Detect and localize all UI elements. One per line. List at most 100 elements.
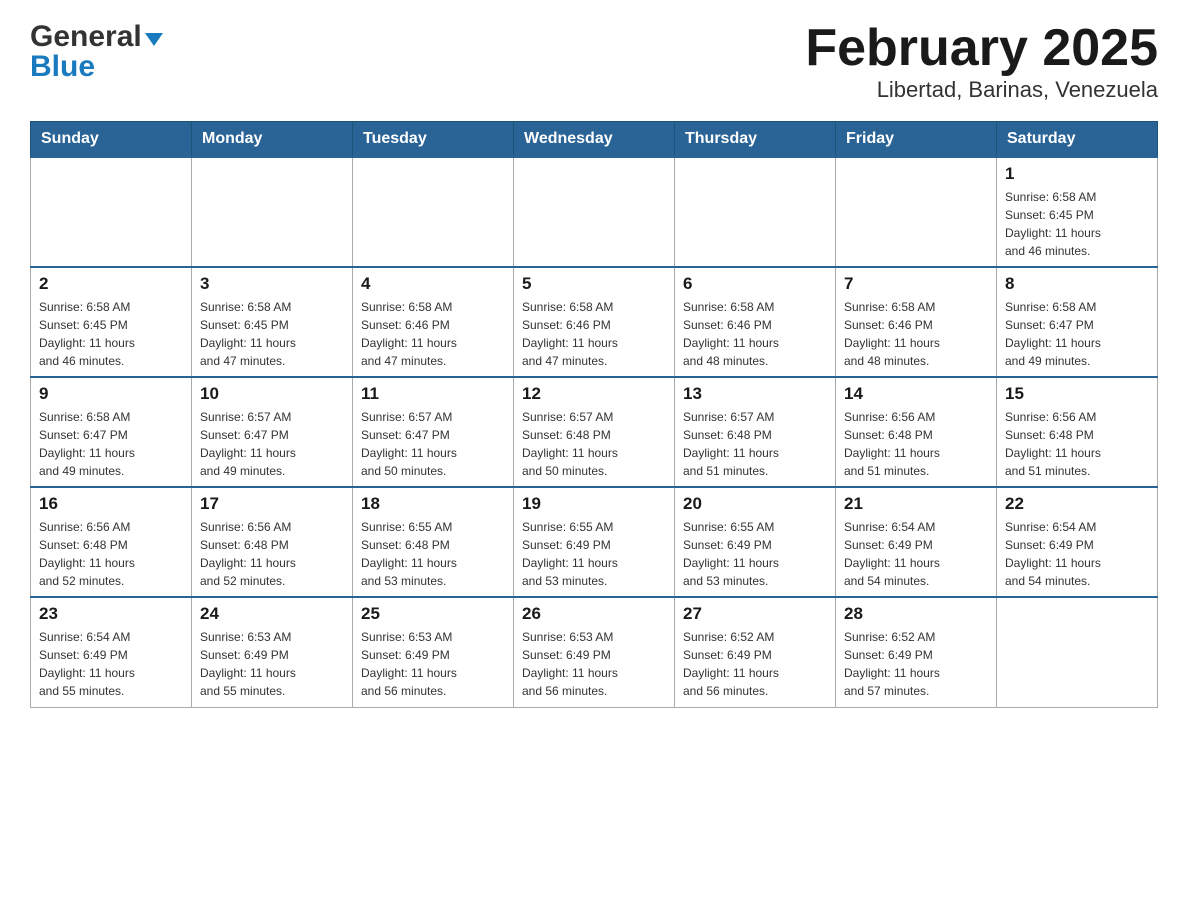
page-header: General Blue February 2025 Libertad, Bar… <box>30 20 1158 103</box>
week-row-2: 2 Sunrise: 6:58 AM Sunset: 6:45 PM Daylig… <box>31 267 1158 377</box>
calendar-cell-w1-d3 <box>514 157 675 267</box>
calendar-table: Sunday Monday Tuesday Wednesday Thursday… <box>30 121 1158 708</box>
calendar-cell-w5-d4: 27 Sunrise: 6:52 AM Sunset: 6:49 PM Dayli… <box>675 597 836 707</box>
calendar-cell-w3-d1: 10Sunrise: 6:57 AM Sunset: 6:47 PM Dayli… <box>192 377 353 487</box>
header-friday: Friday <box>836 122 997 158</box>
calendar-cell-w3-d3: 12 Sunrise: 6:57 AM Sunset: 6:48 PM Dayli… <box>514 377 675 487</box>
day-info: Sunrise: 6:55 AM Sunset: 6:49 PM Dayligh… <box>522 518 666 590</box>
calendar-cell-w5-d0: 23 Sunrise: 6:54 AM Sunset: 6:49 PM Dayli… <box>31 597 192 707</box>
day-number: 25 <box>361 604 505 624</box>
calendar-cell-w1-d6: 1Sunrise: 6:58 AM Sunset: 6:45 PM Daylig… <box>997 157 1158 267</box>
calendar-cell-w2-d0: 2 Sunrise: 6:58 AM Sunset: 6:45 PM Daylig… <box>31 267 192 377</box>
day-info: Sunrise: 6:58 AM Sunset: 6:46 PM Dayligh… <box>844 298 988 370</box>
day-info: Sunrise: 6:54 AM Sunset: 6:49 PM Dayligh… <box>844 518 988 590</box>
calendar-cell-w3-d5: 14Sunrise: 6:56 AM Sunset: 6:48 PM Dayli… <box>836 377 997 487</box>
day-number: 15 <box>1005 384 1149 404</box>
day-number: 9 <box>39 384 183 404</box>
calendar-cell-w4-d5: 21 Sunrise: 6:54 AM Sunset: 6:49 PM Dayli… <box>836 487 997 597</box>
day-info: Sunrise: 6:57 AM Sunset: 6:47 PM Dayligh… <box>361 408 505 480</box>
calendar-cell-w2-d5: 7Sunrise: 6:58 AM Sunset: 6:46 PM Daylig… <box>836 267 997 377</box>
day-info: Sunrise: 6:58 AM Sunset: 6:45 PM Dayligh… <box>1005 188 1149 260</box>
day-info: Sunrise: 6:52 AM Sunset: 6:49 PM Dayligh… <box>844 628 988 700</box>
calendar-cell-w2-d1: 3 Sunrise: 6:58 AM Sunset: 6:45 PM Daylig… <box>192 267 353 377</box>
day-number: 28 <box>844 604 988 624</box>
day-info: Sunrise: 6:58 AM Sunset: 6:45 PM Dayligh… <box>200 298 344 370</box>
calendar-cell-w4-d4: 20Sunrise: 6:55 AM Sunset: 6:49 PM Dayli… <box>675 487 836 597</box>
calendar-cell-w5-d2: 25 Sunrise: 6:53 AM Sunset: 6:49 PM Dayli… <box>353 597 514 707</box>
calendar-cell-w5-d6 <box>997 597 1158 707</box>
logo-blue-text: Blue <box>30 50 95 84</box>
day-number: 2 <box>39 274 183 294</box>
calendar-cell-w4-d6: 22Sunrise: 6:54 AM Sunset: 6:49 PM Dayli… <box>997 487 1158 597</box>
day-number: 4 <box>361 274 505 294</box>
day-info: Sunrise: 6:54 AM Sunset: 6:49 PM Dayligh… <box>39 628 183 700</box>
header-wednesday: Wednesday <box>514 122 675 158</box>
calendar-cell-w4-d2: 18Sunrise: 6:55 AM Sunset: 6:48 PM Dayli… <box>353 487 514 597</box>
logo-general-text: General <box>30 20 142 54</box>
calendar-header-row: Sunday Monday Tuesday Wednesday Thursday… <box>31 122 1158 158</box>
header-saturday: Saturday <box>997 122 1158 158</box>
day-info: Sunrise: 6:56 AM Sunset: 6:48 PM Dayligh… <box>200 518 344 590</box>
calendar-cell-w1-d2 <box>353 157 514 267</box>
calendar-cell-w4-d1: 17 Sunrise: 6:56 AM Sunset: 6:48 PM Dayli… <box>192 487 353 597</box>
day-info: Sunrise: 6:53 AM Sunset: 6:49 PM Dayligh… <box>361 628 505 700</box>
calendar-cell-w5-d1: 24 Sunrise: 6:53 AM Sunset: 6:49 PM Dayli… <box>192 597 353 707</box>
day-number: 3 <box>200 274 344 294</box>
header-monday: Monday <box>192 122 353 158</box>
day-number: 13 <box>683 384 827 404</box>
day-info: Sunrise: 6:53 AM Sunset: 6:49 PM Dayligh… <box>522 628 666 700</box>
calendar-cell-w3-d0: 9 Sunrise: 6:58 AM Sunset: 6:47 PM Daylig… <box>31 377 192 487</box>
day-info: Sunrise: 6:58 AM Sunset: 6:47 PM Dayligh… <box>1005 298 1149 370</box>
day-info: Sunrise: 6:53 AM Sunset: 6:49 PM Dayligh… <box>200 628 344 700</box>
calendar-cell-w2-d2: 4 Sunrise: 6:58 AM Sunset: 6:46 PM Daylig… <box>353 267 514 377</box>
calendar-cell-w1-d5 <box>836 157 997 267</box>
calendar-cell-w5-d3: 26Sunrise: 6:53 AM Sunset: 6:49 PM Dayli… <box>514 597 675 707</box>
day-info: Sunrise: 6:58 AM Sunset: 6:46 PM Dayligh… <box>683 298 827 370</box>
day-info: Sunrise: 6:58 AM Sunset: 6:45 PM Dayligh… <box>39 298 183 370</box>
logo-triangle-icon <box>145 33 163 46</box>
day-number: 21 <box>844 494 988 514</box>
day-number: 27 <box>683 604 827 624</box>
calendar-cell-w2-d3: 5 Sunrise: 6:58 AM Sunset: 6:46 PM Daylig… <box>514 267 675 377</box>
calendar-cell-w3-d2: 11Sunrise: 6:57 AM Sunset: 6:47 PM Dayli… <box>353 377 514 487</box>
day-number: 5 <box>522 274 666 294</box>
day-info: Sunrise: 6:56 AM Sunset: 6:48 PM Dayligh… <box>1005 408 1149 480</box>
day-number: 12 <box>522 384 666 404</box>
day-number: 6 <box>683 274 827 294</box>
day-info: Sunrise: 6:58 AM Sunset: 6:46 PM Dayligh… <box>361 298 505 370</box>
day-number: 22 <box>1005 494 1149 514</box>
day-info: Sunrise: 6:58 AM Sunset: 6:46 PM Dayligh… <box>522 298 666 370</box>
day-info: Sunrise: 6:55 AM Sunset: 6:49 PM Dayligh… <box>683 518 827 590</box>
header-thursday: Thursday <box>675 122 836 158</box>
calendar-month-year: February 2025 <box>805 20 1158 77</box>
day-number: 17 <box>200 494 344 514</box>
calendar-cell-w2-d4: 6 Sunrise: 6:58 AM Sunset: 6:46 PM Daylig… <box>675 267 836 377</box>
week-row-3: 9 Sunrise: 6:58 AM Sunset: 6:47 PM Daylig… <box>31 377 1158 487</box>
week-row-5: 23 Sunrise: 6:54 AM Sunset: 6:49 PM Dayli… <box>31 597 1158 707</box>
calendar-cell-w1-d4 <box>675 157 836 267</box>
week-row-4: 16 Sunrise: 6:56 AM Sunset: 6:48 PM Dayli… <box>31 487 1158 597</box>
day-number: 19 <box>522 494 666 514</box>
day-number: 23 <box>39 604 183 624</box>
day-info: Sunrise: 6:56 AM Sunset: 6:48 PM Dayligh… <box>844 408 988 480</box>
logo: General Blue <box>30 20 163 84</box>
calendar-cell-w1-d0 <box>31 157 192 267</box>
calendar-cell-w5-d5: 28 Sunrise: 6:52 AM Sunset: 6:49 PM Dayli… <box>836 597 997 707</box>
day-info: Sunrise: 6:58 AM Sunset: 6:47 PM Dayligh… <box>39 408 183 480</box>
day-info: Sunrise: 6:57 AM Sunset: 6:48 PM Dayligh… <box>522 408 666 480</box>
calendar-cell-w4-d3: 19 Sunrise: 6:55 AM Sunset: 6:49 PM Dayli… <box>514 487 675 597</box>
day-number: 16 <box>39 494 183 514</box>
calendar-cell-w2-d6: 8Sunrise: 6:58 AM Sunset: 6:47 PM Daylig… <box>997 267 1158 377</box>
day-number: 18 <box>361 494 505 514</box>
header-tuesday: Tuesday <box>353 122 514 158</box>
calendar-cell-w3-d4: 13 Sunrise: 6:57 AM Sunset: 6:48 PM Dayli… <box>675 377 836 487</box>
day-info: Sunrise: 6:52 AM Sunset: 6:49 PM Dayligh… <box>683 628 827 700</box>
day-number: 24 <box>200 604 344 624</box>
calendar-cell-w3-d6: 15 Sunrise: 6:56 AM Sunset: 6:48 PM Dayli… <box>997 377 1158 487</box>
day-info: Sunrise: 6:56 AM Sunset: 6:48 PM Dayligh… <box>39 518 183 590</box>
day-info: Sunrise: 6:57 AM Sunset: 6:48 PM Dayligh… <box>683 408 827 480</box>
header-sunday: Sunday <box>31 122 192 158</box>
week-row-1: 1Sunrise: 6:58 AM Sunset: 6:45 PM Daylig… <box>31 157 1158 267</box>
calendar-cell-w1-d1 <box>192 157 353 267</box>
day-info: Sunrise: 6:57 AM Sunset: 6:47 PM Dayligh… <box>200 408 344 480</box>
